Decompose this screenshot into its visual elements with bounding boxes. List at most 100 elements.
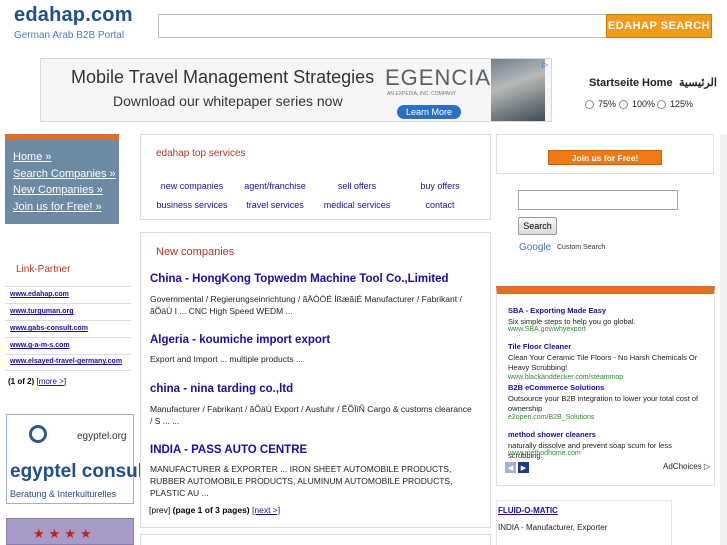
zoom-label: 100% — [632, 99, 656, 109]
divider — [5, 354, 131, 355]
new-companies-title: New companies — [156, 246, 235, 258]
pager-prev: [prev] — [149, 505, 171, 515]
search-input[interactable] — [158, 14, 608, 38]
ad-url[interactable]: e2open.com/B2B_Solutions — [508, 414, 594, 421]
service-agent-franchise[interactable]: agent/franchise — [231, 181, 319, 191]
company-title[interactable]: INDIA - PASS AUTO CENTRE — [150, 444, 307, 456]
services-title: edahap top services — [156, 148, 246, 159]
zoom-label: 75% — [598, 99, 617, 109]
service-new-companies[interactable]: new companies — [148, 181, 236, 191]
banner-ad[interactable]: Mobile Travel Management Strategies Down… — [40, 58, 552, 122]
ad-info-icon[interactable]: ▷ — [542, 60, 552, 70]
hotel-ad[interactable]: ★★★★ — [6, 518, 134, 545]
site-logo-title[interactable]: edahap.com — [14, 4, 133, 27]
banner-photo — [491, 59, 545, 121]
egyptel-ad[interactable]: egyptel.org egyptel consult Beratung & I… — [6, 414, 149, 504]
divider — [5, 337, 131, 338]
leftnav-home[interactable]: Home » — [13, 149, 119, 166]
banner-headline: Mobile Travel Management Strategies — [71, 67, 375, 87]
ad-url[interactable]: www.methodhome.com — [508, 450, 581, 457]
zoom-option-125[interactable]: 125% — [657, 99, 693, 109]
radio-icon[interactable] — [619, 99, 628, 109]
company-title[interactable]: China - HongKong Topwedm Machine Tool Co… — [150, 273, 449, 285]
divider — [5, 303, 131, 304]
nav-home[interactable]: Home — [642, 77, 673, 89]
ad-prev-arrow-icon[interactable]: ◀ — [505, 462, 516, 473]
page-edge-strip — [720, 134, 727, 545]
new-companies-pager: [prev] (page 1 of 3 pages) [next >] — [149, 505, 280, 515]
ad-url[interactable]: www.blackanddecker.com/steammop — [508, 374, 623, 381]
company-description: Export and Import ... multiple products … — [150, 354, 304, 364]
divider — [5, 286, 131, 287]
pager-more-link[interactable]: more > — [39, 377, 64, 386]
divider — [5, 370, 131, 371]
divider — [5, 320, 131, 321]
adchoices-link[interactable]: AdChoices ▷ — [663, 462, 710, 471]
ad-title[interactable]: Tile Floor Cleaner — [508, 342, 571, 351]
zoom-option-75[interactable]: 75% — [585, 99, 616, 109]
adchoices-icon: ▷ — [703, 462, 711, 471]
pager-next-link[interactable]: [next >] — [252, 505, 280, 515]
google-search-input[interactable] — [518, 190, 678, 210]
join-free-button[interactable]: Join us for Free! — [548, 150, 662, 165]
ad-url[interactable]: www.SBA.gov/whyexport — [508, 326, 586, 333]
leftnav-join[interactable]: Join us for Free! » — [13, 199, 119, 216]
google-search-button[interactable]: Search — [518, 217, 557, 235]
adsense-panel: SBA - Exporting Made Easy Six simple ste… — [496, 286, 715, 486]
company-description: Governmental / Regierungseinrichtung / ã… — [150, 294, 462, 316]
new-companies-panel: New companies China - HongKong Topwedm M… — [140, 232, 491, 528]
company-title[interactable]: Algeria - koumiche import export — [150, 334, 330, 346]
star-rating-icon: ★★★★ — [33, 526, 96, 541]
ad-title[interactable]: SBA - Exporting Made Easy — [508, 306, 606, 315]
link-partner-item[interactable]: www.g-a-m-s.com — [10, 342, 70, 349]
egyptel-tagline: Beratung & Interkulturelles — [10, 489, 117, 499]
banner-brand-logo: EGENCIA — [385, 65, 492, 90]
ad-text: Outsource your B2B integration to lower … — [508, 394, 699, 413]
link-partner-item[interactable]: www.edahap.com — [10, 291, 69, 298]
link-partner-item[interactable]: www.turguman.org — [10, 308, 74, 315]
banner-learn-more-button[interactable]: Learn More — [397, 105, 461, 119]
egyptel-name: egyptel consult — [10, 461, 150, 482]
service-sell-offers[interactable]: sell offers — [313, 181, 401, 191]
top-services-panel: edahap top services new companies agent/… — [140, 134, 491, 220]
pager-status: (page 1 of 3 pages) — [172, 505, 250, 515]
site-logo-subtitle: German Arab B2B Portal — [14, 30, 125, 41]
service-business[interactable]: business services — [148, 200, 236, 210]
featured-company-desc: INDIA - Manufacturer, Exporter — [498, 523, 608, 532]
link-partner-item[interactable]: www.gabs-consult.com — [10, 325, 88, 332]
egyptel-domain: egyptel.org — [77, 431, 127, 442]
banner-brand-subtitle: AN EXPEDIA, INC. COMPANY — [387, 91, 457, 97]
ad-next-arrow-icon[interactable]: ▶ — [518, 462, 529, 473]
google-custom-search-label: Custom Search — [557, 244, 606, 251]
radio-icon[interactable] — [657, 99, 666, 109]
egyptel-logo-icon — [29, 425, 47, 443]
search-button[interactable]: EDAHAP SEARCH — [606, 14, 712, 38]
nav-startseite[interactable]: Startseite — [589, 77, 639, 89]
left-nav-panel: Home » Search Companies » New Companies … — [5, 134, 119, 224]
nav-arabic-home[interactable]: الرئيسية — [679, 76, 717, 89]
next-panel — [140, 534, 491, 545]
radio-icon[interactable] — [585, 99, 594, 109]
link-partner-title: Link-Partner — [16, 264, 71, 275]
leftnav-search-companies[interactable]: Search Companies » — [13, 166, 119, 183]
service-contact[interactable]: contact — [396, 200, 484, 210]
link-partner-pager: (1 of 2) [more >] — [8, 377, 67, 386]
link-partner-item[interactable]: www.elsayed-travel-germany.com — [10, 358, 122, 365]
leftnav-new-companies[interactable]: New Companies » — [13, 182, 119, 199]
google-logo: Google — [519, 242, 552, 253]
company-description: MANUFACTURER & EXPORTER ... IRON SHEET A… — [150, 464, 453, 498]
zoom-label: 125% — [670, 99, 694, 109]
banner-subline: Download our whitepaper series now — [113, 93, 343, 109]
service-medical[interactable]: medical services — [313, 200, 401, 210]
company-description: Manufacturer / Fabrikant / ãÕäÚ Export /… — [150, 404, 472, 426]
ad-text: Clean Your Ceramic Tile Floors - No Hars… — [508, 353, 698, 372]
featured-company-title[interactable]: FLUID-O-MATIC — [498, 506, 558, 515]
pager-status: (1 of 2) — [8, 377, 35, 386]
company-title[interactable]: china - nina tarding co.,ltd — [150, 383, 293, 395]
ad-title[interactable]: B2B eCommerce Solutions — [508, 383, 604, 392]
service-travel[interactable]: travel services — [231, 200, 319, 210]
service-buy-offers[interactable]: buy offers — [396, 181, 484, 191]
adchoices-label: AdChoices — [663, 462, 702, 471]
zoom-option-100[interactable]: 100% — [619, 99, 655, 109]
ad-title[interactable]: method shower cleaners — [508, 430, 596, 439]
